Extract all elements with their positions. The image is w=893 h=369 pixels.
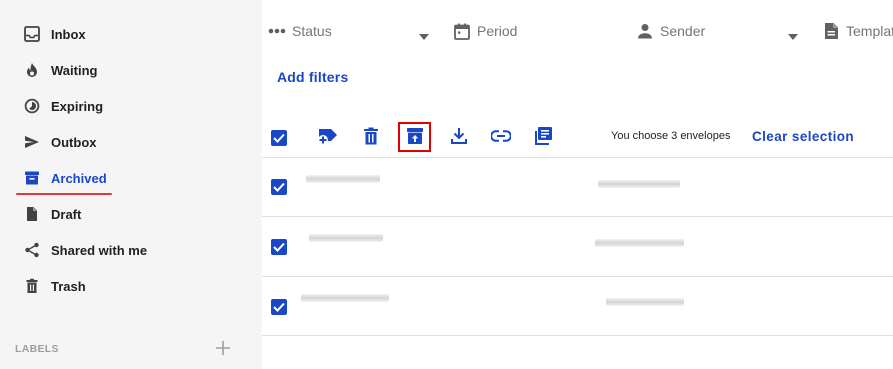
- status-dropdown-icon[interactable]: [419, 27, 429, 40]
- divider: [262, 335, 893, 336]
- flame-icon: [24, 62, 40, 78]
- delete-button[interactable]: [360, 127, 382, 149]
- expiring-clock-icon: [24, 98, 40, 114]
- dots-icon: [268, 22, 286, 40]
- sidebar-item-shared[interactable]: Shared with me: [0, 232, 262, 268]
- download-button[interactable]: [448, 127, 470, 149]
- redacted-info: [598, 180, 680, 188]
- unarchive-button[interactable]: [404, 127, 426, 149]
- sidebar-item-label: Waiting: [51, 62, 98, 78]
- sidebar-item-label: Expiring: [51, 98, 104, 114]
- link-icon: [490, 129, 512, 147]
- active-indicator: [16, 193, 112, 195]
- template-filter-label: Templat: [846, 23, 893, 39]
- document-icon: [822, 22, 840, 40]
- share-icon: [24, 242, 40, 258]
- status-filter[interactable]: Status: [268, 20, 332, 42]
- inbox-icon: [24, 26, 40, 42]
- row-checkbox[interactable]: [271, 299, 287, 315]
- sidebar: Inbox Waiting Expiring Outbox Archived D…: [0, 0, 262, 369]
- sidebar-item-label: Outbox: [51, 134, 97, 150]
- row-checkbox[interactable]: [271, 239, 287, 255]
- bulk-edit-icon: [535, 126, 553, 150]
- redacted-info: [606, 298, 684, 306]
- row-checkbox[interactable]: [271, 179, 287, 195]
- period-filter-label: Period: [477, 23, 518, 39]
- select-all-checkbox[interactable]: [271, 130, 287, 146]
- sidebar-item-trash[interactable]: Trash: [0, 268, 262, 304]
- sidebar-item-label: Draft: [51, 206, 82, 222]
- add-filters-link[interactable]: Add filters: [277, 69, 348, 85]
- sidebar-item-label: Archived: [51, 170, 107, 186]
- add-label-plus-icon[interactable]: [214, 339, 232, 357]
- redacted-title: [301, 294, 389, 302]
- download-icon: [451, 127, 467, 149]
- send-icon: [24, 134, 40, 150]
- labels-heading: LABELS: [15, 343, 59, 355]
- sidebar-item-inbox[interactable]: Inbox: [0, 16, 262, 52]
- redacted-title: [309, 234, 383, 242]
- add-label-icon: [318, 127, 338, 150]
- draft-file-icon: [24, 206, 40, 222]
- sidebar-item-label: Inbox: [51, 26, 86, 42]
- delete-icon: [363, 127, 379, 150]
- calendar-icon: [453, 22, 471, 40]
- sender-filter-label: Sender: [660, 23, 706, 39]
- sender-dropdown-icon[interactable]: [788, 27, 798, 40]
- selection-count-text: You choose 3 envelopes: [611, 130, 731, 142]
- sidebar-item-expiring[interactable]: Expiring: [0, 88, 262, 124]
- period-filter[interactable]: Period: [453, 20, 517, 42]
- sidebar-item-draft[interactable]: Draft: [0, 196, 262, 232]
- clear-selection-button[interactable]: Clear selection: [752, 129, 854, 144]
- envelope-row[interactable]: [262, 158, 893, 216]
- trash-icon: [24, 278, 40, 294]
- status-filter-label: Status: [292, 23, 332, 39]
- sender-filter[interactable]: Sender: [636, 20, 705, 42]
- redacted-info: [595, 239, 684, 247]
- person-icon: [636, 22, 654, 40]
- add-label-button[interactable]: [317, 127, 339, 149]
- sidebar-item-outbox[interactable]: Outbox: [0, 124, 262, 160]
- sidebar-item-archived[interactable]: Archived: [0, 160, 262, 196]
- sidebar-item-waiting[interactable]: Waiting: [0, 52, 262, 88]
- sidebar-item-label: Shared with me: [51, 242, 148, 258]
- redacted-title: [306, 175, 380, 183]
- unarchive-icon: [406, 127, 424, 150]
- bulk-edit-button[interactable]: [533, 127, 555, 149]
- sidebar-item-label: Trash: [51, 278, 86, 294]
- envelope-row[interactable]: [262, 217, 893, 275]
- envelope-row[interactable]: [262, 277, 893, 335]
- copy-link-button[interactable]: [490, 127, 512, 149]
- archive-icon: [24, 170, 40, 186]
- template-filter[interactable]: Templat: [822, 20, 893, 42]
